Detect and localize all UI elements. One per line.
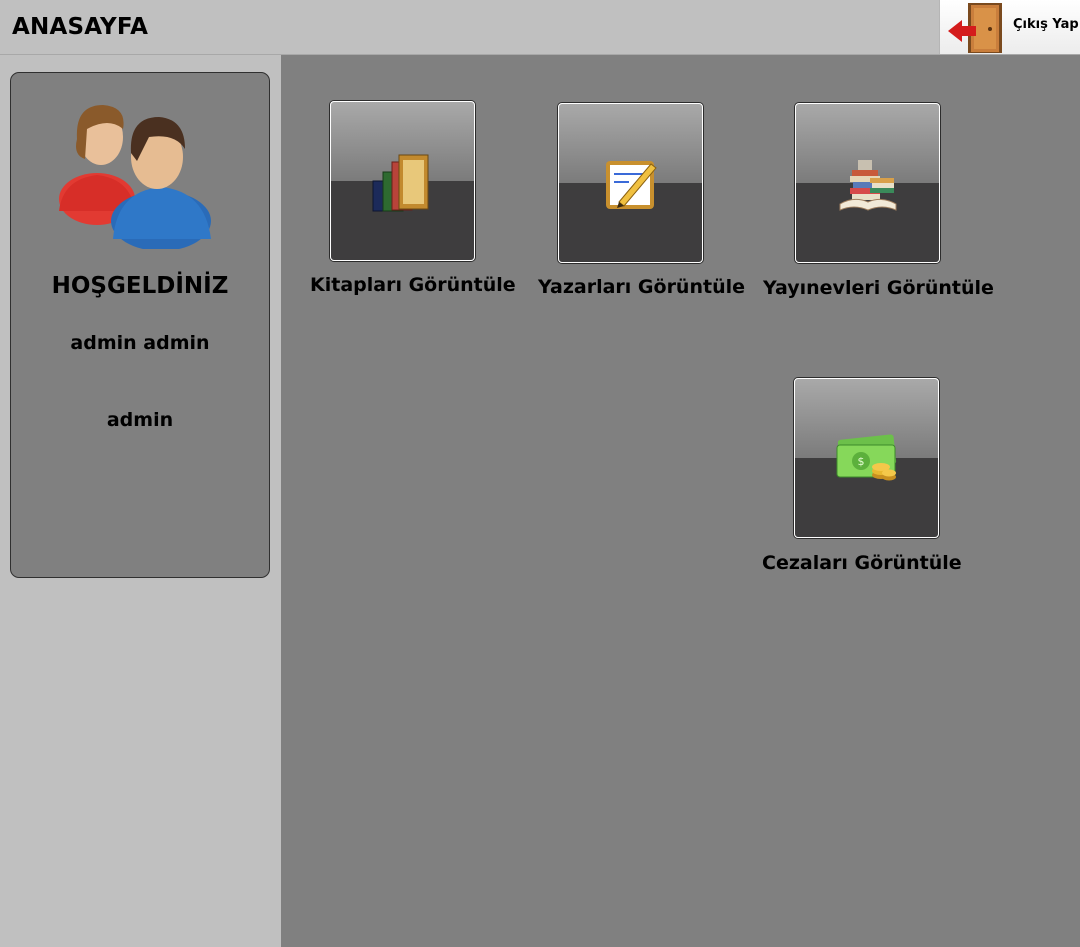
money-coins-icon: $ xyxy=(836,434,897,481)
page-title: ANASAYFA xyxy=(12,14,149,40)
logout-button[interactable]: Çıkış Yap xyxy=(939,0,1080,54)
svg-text:$: $ xyxy=(858,455,865,468)
user-role: admin xyxy=(106,409,174,431)
sidebar: HOŞGELDİNİZ admin admin admin xyxy=(0,55,281,947)
profile-card: HOŞGELDİNİZ admin admin admin xyxy=(10,72,270,578)
logout-label: Çıkış Yap xyxy=(1013,17,1079,32)
view-fines-label: Cezaları Görüntüle xyxy=(762,552,962,574)
user-full-name: admin admin xyxy=(70,332,210,354)
view-fines-tile[interactable]: $ xyxy=(794,378,939,538)
exit-door-icon xyxy=(948,3,1002,53)
view-authors-tile[interactable] xyxy=(558,103,703,263)
view-authors-label: Yazarları Görüntüle xyxy=(538,276,745,298)
welcome-heading: HOŞGELDİNİZ xyxy=(51,273,229,299)
view-books-tile[interactable] xyxy=(330,101,475,261)
book-stack-icon xyxy=(839,160,897,211)
users-icon xyxy=(59,105,211,249)
view-books-label: Kitapları Görüntüle xyxy=(310,274,516,296)
notepad-pencil-icon xyxy=(606,161,657,209)
top-bar: ANASAYFA Çıkış Yap xyxy=(0,0,1080,55)
view-publishers-tile[interactable] xyxy=(795,103,940,263)
view-publishers-label: Yayınevleri Görüntüle xyxy=(763,277,994,299)
main-panel: Kitapları Görüntüle Yazarları Görüntüle … xyxy=(281,55,1080,947)
books-icon xyxy=(372,154,429,212)
